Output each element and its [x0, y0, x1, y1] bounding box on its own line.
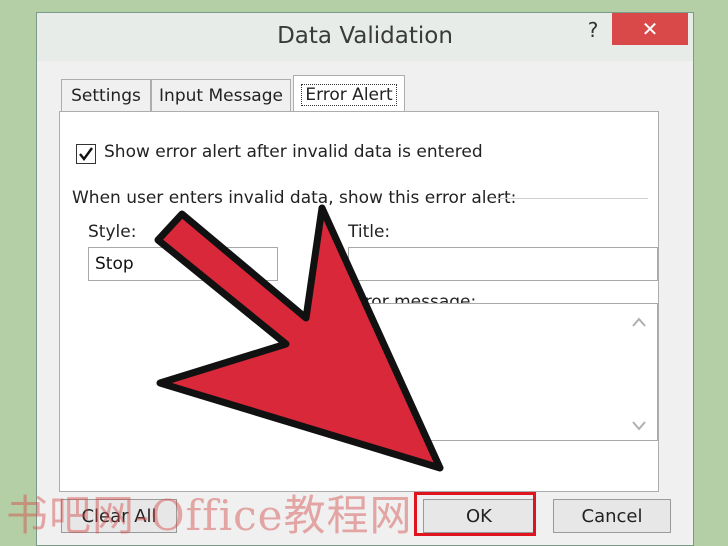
ok-highlight-box — [414, 492, 536, 536]
red-arrow-icon — [154, 204, 444, 472]
watermark-text: 书吧网-Office教程网 — [6, 491, 413, 540]
